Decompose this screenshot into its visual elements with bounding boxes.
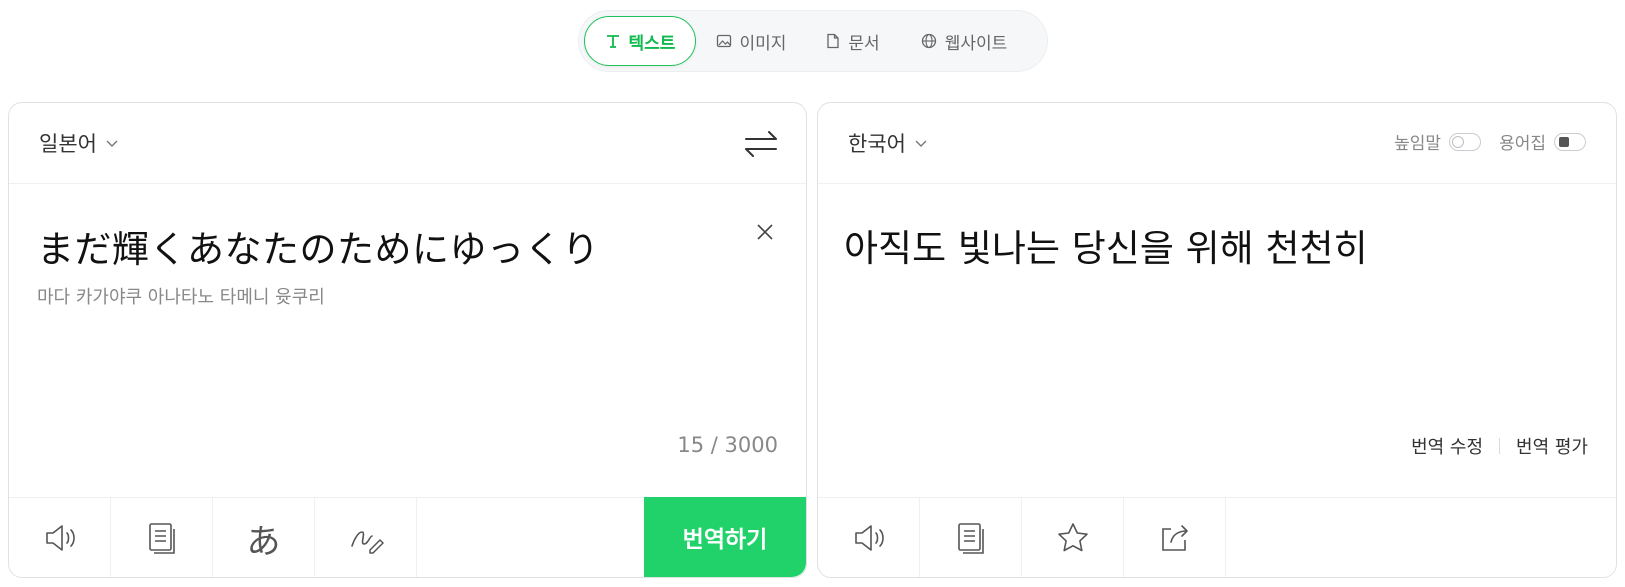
source-panel: 일본어 まだ輝くあなたのためにゆっくり 마다 카가야쿠 아나타노 타메니 윳쿠리… bbox=[8, 102, 807, 578]
speaker-icon bbox=[45, 525, 75, 551]
honorific-toggle[interactable] bbox=[1449, 132, 1482, 151]
target-toolbar bbox=[818, 497, 1616, 577]
source-language-select[interactable]: 일본어 bbox=[39, 128, 119, 158]
honorific-toggle-item: 높임말 bbox=[1394, 129, 1482, 154]
target-listen-button[interactable] bbox=[818, 498, 920, 577]
source-copy-button[interactable] bbox=[111, 498, 213, 577]
clear-button[interactable] bbox=[754, 221, 776, 243]
glossary-toggle[interactable] bbox=[1554, 132, 1586, 151]
share-button[interactable] bbox=[1124, 498, 1226, 577]
tab-website-label: 웹사이트 bbox=[944, 33, 1008, 54]
globe-icon bbox=[921, 33, 937, 49]
chevron-down-icon bbox=[914, 131, 928, 155]
close-icon bbox=[757, 224, 773, 240]
copy-icon bbox=[957, 523, 984, 554]
tab-image-label: 이미지 bbox=[739, 33, 787, 54]
text-icon bbox=[605, 33, 621, 49]
tab-text[interactable]: 텍스트 bbox=[584, 16, 696, 66]
handwriting-icon bbox=[350, 531, 384, 554]
tab-image[interactable]: 이미지 bbox=[696, 16, 806, 66]
swap-languages-button[interactable] bbox=[742, 125, 780, 163]
tab-document[interactable]: 문서 bbox=[806, 16, 900, 66]
source-text-input[interactable]: まだ輝くあなたのためにゆっくり bbox=[37, 219, 600, 273]
target-language-label: 한국어 bbox=[848, 132, 906, 156]
speaker-icon bbox=[854, 525, 884, 551]
image-icon bbox=[716, 33, 732, 49]
edit-translation-link[interactable]: 번역 수정 bbox=[1411, 433, 1483, 459]
target-actions: 번역 수정 번역 평가 bbox=[1411, 433, 1588, 459]
toggle-knob bbox=[1452, 135, 1465, 148]
bookmark-icon bbox=[1559, 136, 1569, 147]
pronunciation-text: 마다 카가야쿠 아나타노 타메니 윳쿠리 bbox=[37, 287, 325, 308]
source-language-label: 일본어 bbox=[39, 132, 97, 156]
tab-website[interactable]: 웹사이트 bbox=[900, 16, 1028, 66]
char-count: 15 / 3000 bbox=[677, 433, 778, 457]
hiragana-icon: あ bbox=[246, 521, 281, 562]
hiragana-button[interactable]: あ bbox=[213, 498, 315, 577]
glossary-toggle-item: 용어집 bbox=[1499, 129, 1586, 154]
star-icon bbox=[1057, 523, 1088, 552]
target-header: 한국어 높임말 용어집 bbox=[818, 103, 1616, 184]
tab-text-label: 텍스트 bbox=[628, 33, 676, 54]
chevron-down-icon bbox=[105, 131, 119, 155]
mode-tabs: 텍스트 이미지 문서 웹사이트 bbox=[578, 10, 1048, 72]
honorific-label: 높임말 bbox=[1394, 134, 1442, 154]
translated-text: 아직도 빛나는 당신을 위해 천천히 bbox=[844, 227, 1368, 270]
tab-document-label: 문서 bbox=[848, 33, 880, 54]
target-options: 높임말 용어집 bbox=[1394, 129, 1586, 154]
glossary-label: 용어집 bbox=[1499, 134, 1546, 154]
source-header: 일본어 bbox=[9, 103, 806, 184]
favorite-button[interactable] bbox=[1022, 498, 1124, 577]
rate-translation-link[interactable]: 번역 평가 bbox=[1516, 433, 1588, 459]
copy-icon bbox=[148, 523, 175, 554]
swap-icon bbox=[745, 131, 777, 157]
target-copy-button[interactable] bbox=[920, 498, 1022, 577]
handwriting-button[interactable] bbox=[315, 498, 417, 577]
target-language-select[interactable]: 한국어 bbox=[848, 128, 928, 158]
target-panel: 한국어 높임말 용어집 아직도 빛나는 당신을 위해 천천히 번역 수정 번역 … bbox=[817, 102, 1617, 578]
share-icon bbox=[1161, 525, 1188, 551]
translate-button[interactable]: 번역하기 bbox=[644, 497, 806, 577]
source-listen-button[interactable] bbox=[9, 498, 111, 577]
divider bbox=[1499, 438, 1501, 454]
document-icon bbox=[826, 33, 840, 49]
